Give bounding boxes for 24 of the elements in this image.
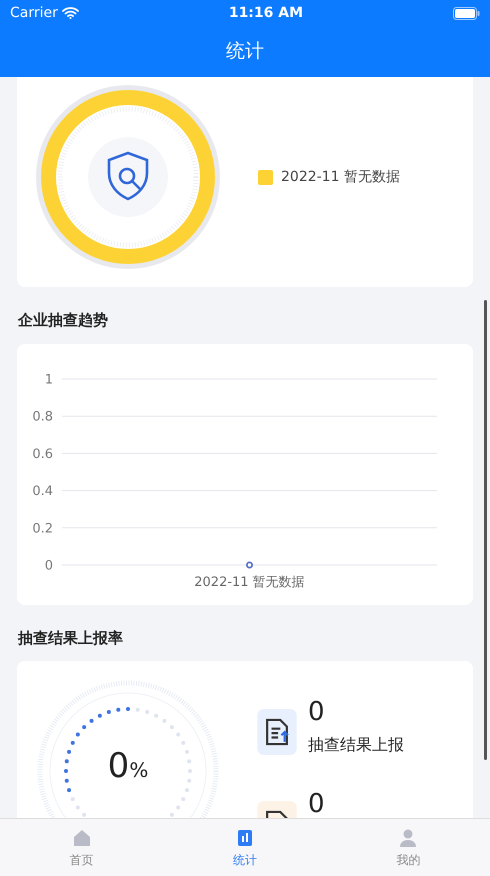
carrier-label: Carrier xyxy=(10,4,58,22)
battery-icon xyxy=(452,6,480,20)
stat-value: 0 xyxy=(308,699,326,725)
tab-item[interactable]: 我的 xyxy=(363,826,454,868)
y-tick-label: 0.2 xyxy=(32,520,53,536)
x-axis-label: 2022-11 暂无数据 xyxy=(194,574,305,590)
page-title: 统计 xyxy=(226,39,264,64)
status-time: 11:16 AM xyxy=(228,4,304,22)
y-tick-label: 1 xyxy=(44,372,53,387)
tab-item[interactable]: 首页 xyxy=(36,826,127,868)
percent-unit: % xyxy=(129,757,148,784)
percent-value: 0 xyxy=(108,749,130,783)
wifi-icon xyxy=(62,7,79,19)
y-tick-label: 0.6 xyxy=(32,446,53,462)
section-title: 企业抽查趋势 xyxy=(18,311,108,329)
y-tick-label: 0.4 xyxy=(32,484,53,499)
legend-label: 2022-11 暂无数据 xyxy=(281,168,400,186)
data-point xyxy=(246,561,253,568)
stat-value: 0 xyxy=(308,791,325,817)
tab-item[interactable]: 统计 xyxy=(200,826,290,868)
stat-label: 抽查结果上报 xyxy=(308,734,404,756)
section-title: 抽查结果上报率 xyxy=(18,628,123,646)
y-tick-label: 0.8 xyxy=(32,409,53,424)
y-tick-label: 0 xyxy=(44,558,53,573)
